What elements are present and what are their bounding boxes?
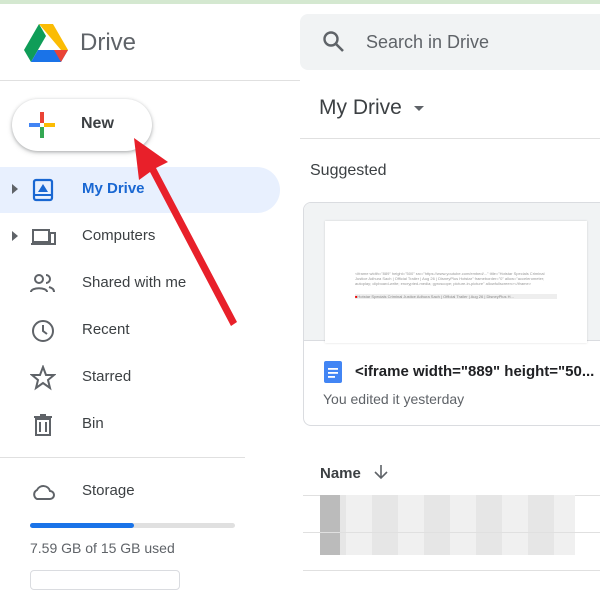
file-preview: <iframe width="889" height="500" src="ht… [304,203,600,343]
page-title: My Drive [319,96,402,119]
file-title: <iframe width="889" height="50... [355,363,595,380]
preview-link: ■Hotstar Specials Criminal Justice Adhur… [355,294,557,299]
sidebar-item-shared-with-me[interactable]: Shared with me [0,261,280,307]
plus-icon [29,112,55,138]
storage-bar [30,523,235,528]
sidebar-item-recent[interactable]: Recent [0,308,280,354]
name-column-header[interactable]: Name [320,465,361,482]
sidebar-item-label: My Drive [82,180,145,197]
title-dropdown-icon[interactable] [414,106,424,111]
cloud-icon [33,485,55,500]
row-divider [303,532,600,533]
buy-storage-button[interactable] [30,570,180,590]
blurred-file-icon [320,495,340,555]
sidebar-item-computers[interactable]: Computers [0,214,280,260]
suggested-heading: Suggested [310,162,387,179]
row-divider [303,570,600,571]
file-subtitle: You edited it yesterday [323,391,465,407]
my-drive-icon [32,178,54,202]
computers-icon [31,229,56,245]
storage-bar-fill [30,523,134,528]
preview-link-text: Hotstar Specials Criminal Justice Adhura… [357,294,514,299]
expand-caret-icon[interactable] [12,184,18,194]
header-divider [0,80,300,81]
people-icon [30,274,55,293]
title-divider [300,138,600,139]
sidebar-item-bin[interactable]: Bin [0,402,280,448]
preview-text: <iframe width="889" height="500" src="ht… [355,271,545,286]
sidebar-item-label: Shared with me [82,274,187,291]
expand-caret-icon[interactable] [12,231,18,241]
search-icon [323,31,344,52]
clock-icon [32,320,54,342]
search-placeholder: Search in Drive [366,32,490,52]
search-input[interactable]: Search in Drive [300,14,600,70]
top-border [0,0,600,4]
trash-icon [34,414,52,436]
drive-logo-icon [24,24,68,62]
storage-used-text: 7.59 GB of 15 GB used [30,540,175,556]
sidebar-item-label: Bin [82,415,104,432]
sidebar-divider [0,457,245,458]
new-button-label: New [81,115,114,132]
sort-arrow-down-icon[interactable] [373,464,389,480]
sidebar-item-label: Storage [82,482,135,499]
google-docs-icon [324,361,342,383]
sidebar-item-label: Recent [82,321,130,338]
sidebar-item-my-drive[interactable]: My Drive [0,167,280,213]
app-name: Drive [80,29,137,56]
sidebar-item-storage[interactable]: Storage [0,469,280,515]
sidebar-item-starred[interactable]: Starred [0,355,280,401]
doc-thumbnail: <iframe width="889" height="500" src="ht… [325,221,587,343]
suggested-file-card[interactable]: <iframe width="889" height="500" src="ht… [303,202,600,426]
new-button[interactable]: New [12,99,152,151]
star-icon [30,365,56,391]
sidebar-item-label: Computers [82,227,156,244]
blurred-file-row[interactable] [320,495,575,555]
sidebar-item-label: Starred [82,368,132,385]
